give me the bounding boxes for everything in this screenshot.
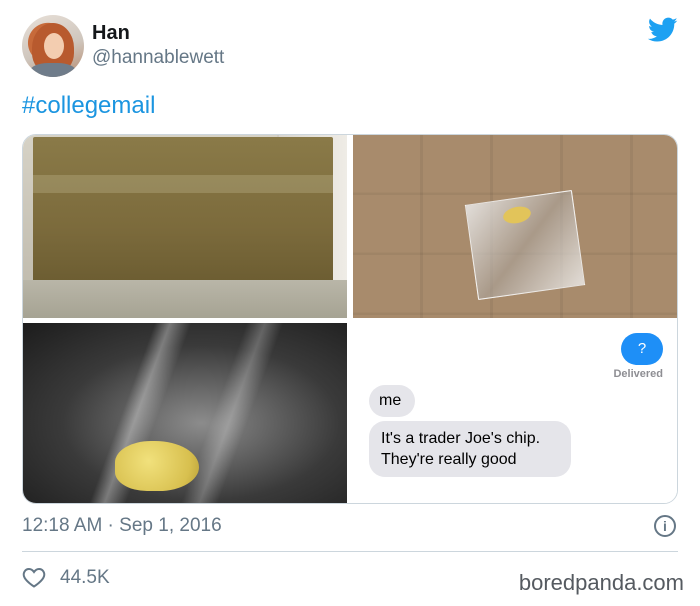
info-icon[interactable]: i — [654, 515, 676, 537]
hashtag-link[interactable]: #collegemail — [22, 92, 155, 120]
like-count[interactable]: 44.5K — [60, 567, 110, 589]
received-message-bubble: It's a trader Joe's chip. They're really… — [369, 421, 571, 477]
heart-icon[interactable] — [22, 566, 46, 588]
author-avatar[interactable] — [22, 15, 84, 77]
packing-tape — [33, 175, 333, 193]
media-grid: ? Delivered me It's a trader Joe's chip.… — [22, 134, 678, 504]
avatar-shirt — [30, 63, 76, 77]
cardboard-box — [33, 137, 333, 287]
divider — [22, 551, 678, 552]
counter — [23, 280, 347, 318]
photo-bag-in-box[interactable] — [353, 135, 677, 318]
photo-message-screenshot[interactable]: ? Delivered me It's a trader Joe's chip.… — [353, 323, 677, 503]
photo-box-on-counter[interactable] — [23, 135, 347, 318]
avatar-face — [44, 33, 64, 59]
received-message-bubble: me — [369, 385, 415, 417]
photo-chip-closeup[interactable] — [23, 323, 347, 503]
sent-message-bubble: ? — [621, 333, 663, 365]
tweet-timestamp[interactable]: 12:18 AM · Sep 1, 2016 — [22, 515, 222, 537]
twitter-bird-icon[interactable] — [648, 17, 678, 43]
chip — [115, 441, 199, 491]
delivered-status: Delivered — [613, 368, 663, 380]
author-handle[interactable]: @hannablewett — [92, 47, 224, 69]
watermark: boredpanda.com — [518, 570, 684, 595]
author-name[interactable]: Han — [92, 22, 130, 45]
